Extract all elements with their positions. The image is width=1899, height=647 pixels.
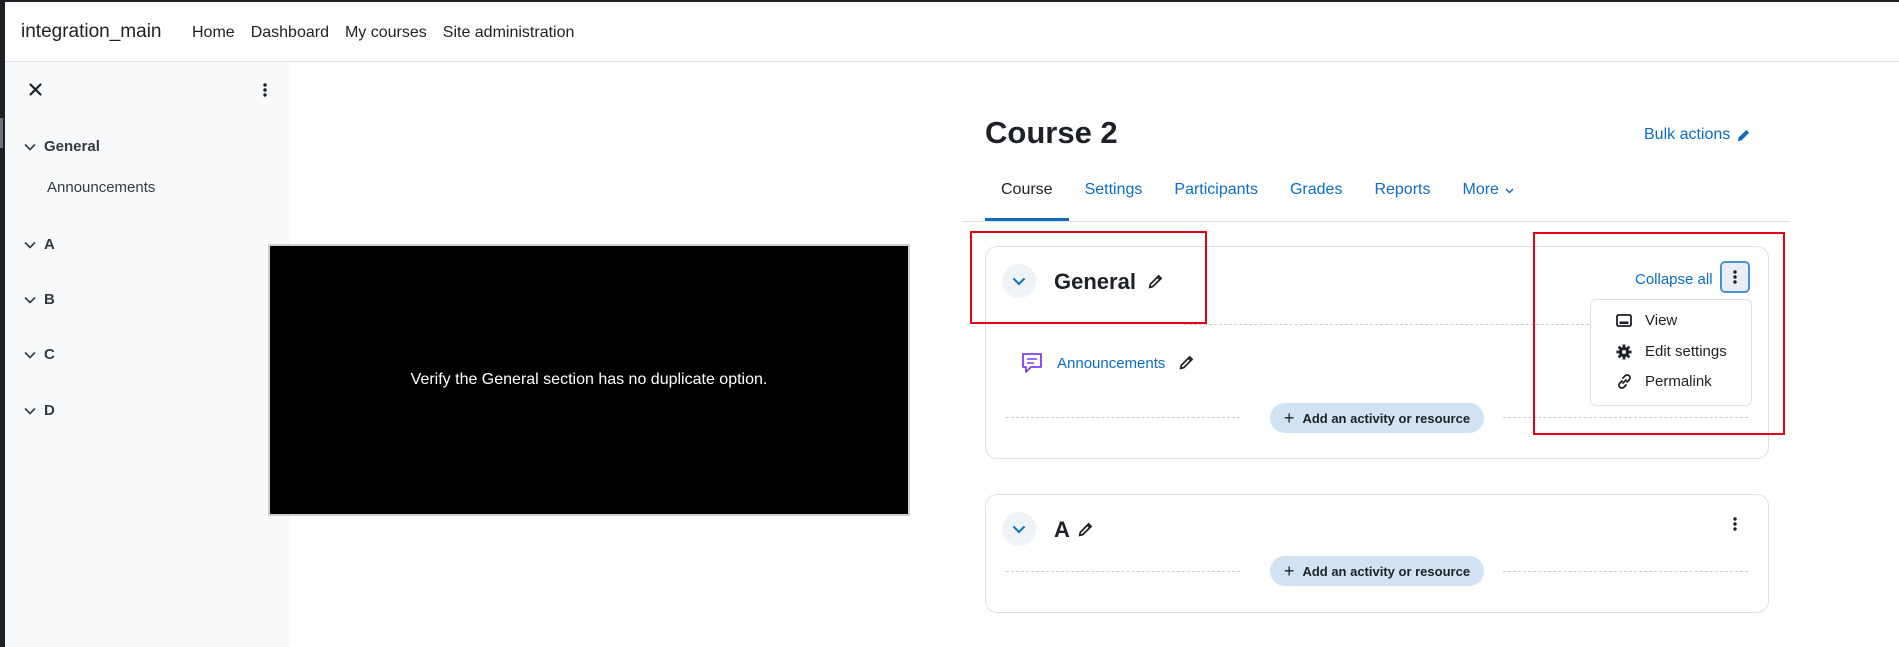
add-activity-label: Add an activity or resource	[1302, 563, 1471, 579]
pencil-icon[interactable]	[1147, 273, 1164, 295]
tab-reports[interactable]: Reports	[1358, 181, 1446, 221]
tab-course[interactable]: Course	[985, 181, 1069, 221]
instruction-text: Verify the General section has no duplic…	[410, 371, 768, 388]
add-activity-button[interactable]: + Add an activity or resource	[1270, 556, 1484, 586]
bulk-actions-label: Bulk actions	[1644, 126, 1731, 143]
kebab-icon	[1733, 270, 1737, 284]
section-collapse-toggle[interactable]	[1002, 264, 1036, 298]
drawer-section-label: General	[44, 138, 100, 155]
section-collapse-toggle[interactable]	[1002, 512, 1036, 546]
section-divider	[1184, 324, 1594, 325]
plus-icon: +	[1283, 408, 1295, 428]
drawer-section-c[interactable]: C	[24, 346, 55, 363]
bulk-actions-button[interactable]: Bulk actions	[1644, 126, 1751, 144]
chevron-down-icon	[1012, 277, 1026, 285]
pencil-icon	[1738, 129, 1750, 141]
tab-more-label: More	[1462, 181, 1499, 198]
section-card-a: A + Add an activity or resource	[985, 494, 1769, 613]
forum-icon	[1019, 350, 1045, 381]
add-activity-button[interactable]: + Add an activity or resource	[1270, 403, 1484, 433]
menu-item-label: Edit settings	[1645, 343, 1727, 360]
nav-my-courses[interactable]: My courses	[345, 24, 427, 42]
page-title: Course 2	[985, 115, 1118, 150]
tab-more[interactable]: More	[1446, 181, 1530, 221]
menu-item-view[interactable]: View	[1615, 312, 1677, 329]
tab-participants[interactable]: Participants	[1158, 181, 1274, 221]
course-tabs: Course Settings Participants Grades Repo…	[985, 181, 1530, 221]
menu-item-label: Permalink	[1645, 373, 1712, 390]
chevron-down-icon	[1012, 525, 1026, 533]
chevron-down-icon	[24, 407, 36, 415]
section-title: A	[1054, 517, 1070, 542]
add-divider-right	[1503, 417, 1748, 418]
activity-link-announcements[interactable]: Announcements	[1057, 355, 1165, 372]
chevron-down-icon	[24, 296, 36, 304]
pencil-icon[interactable]	[1077, 521, 1094, 543]
nav-site-administration[interactable]: Site administration	[443, 24, 575, 42]
nav-dashboard[interactable]: Dashboard	[251, 24, 329, 42]
drawer-section-label: D	[44, 402, 55, 419]
drawer-section-label: B	[44, 291, 55, 308]
link-icon	[1615, 373, 1633, 390]
chevron-down-icon	[1505, 188, 1514, 194]
tab-grades[interactable]: Grades	[1274, 181, 1358, 221]
instruction-overlay: Verify the General section has no duplic…	[270, 246, 908, 514]
menu-item-permalink[interactable]: Permalink	[1615, 373, 1712, 390]
drawer-section-d[interactable]: D	[24, 402, 55, 419]
pencil-icon[interactable]	[1178, 354, 1195, 376]
add-activity-label: Add an activity or resource	[1302, 410, 1471, 426]
plus-icon: +	[1283, 561, 1295, 581]
nav-home[interactable]: Home	[192, 24, 235, 42]
menu-item-edit-settings[interactable]: Edit settings	[1615, 343, 1727, 360]
chevron-down-icon	[24, 241, 36, 249]
add-divider-right	[1503, 571, 1748, 572]
top-navbar: integration_main Home Dashboard My cours…	[5, 2, 1899, 62]
gear-icon	[1615, 344, 1633, 360]
chevron-down-icon	[24, 351, 36, 359]
section-actions-menu: View Edit settings Permalink	[1590, 299, 1752, 406]
section-actions-kebab[interactable]	[1720, 261, 1750, 293]
section-actions-kebab[interactable]	[1721, 509, 1749, 539]
site-name[interactable]: integration_main	[21, 21, 161, 43]
section-title: General	[1054, 269, 1136, 294]
collapse-all-link[interactable]: Collapse all	[1635, 271, 1713, 288]
menu-item-label: View	[1645, 312, 1678, 329]
drawer-section-a[interactable]: A	[24, 236, 55, 253]
course-index-drawer: General Announcements A B C D	[5, 62, 290, 647]
primary-navigation: Home Dashboard My courses Site administr…	[192, 24, 574, 42]
kebab-icon[interactable]	[257, 79, 273, 101]
close-icon[interactable]	[24, 78, 46, 100]
kebab-icon	[1733, 517, 1737, 531]
chevron-down-icon	[24, 143, 36, 151]
view-icon	[1615, 314, 1633, 327]
add-divider-left	[1006, 571, 1240, 572]
drawer-section-b[interactable]: B	[24, 291, 55, 308]
drawer-item-announcements[interactable]: Announcements	[47, 179, 155, 196]
drawer-section-label: A	[44, 236, 55, 253]
add-divider-left	[1006, 417, 1240, 418]
tabs-divider	[962, 221, 1790, 222]
tab-settings[interactable]: Settings	[1069, 181, 1159, 221]
drawer-toggle-tab[interactable]	[0, 118, 3, 148]
drawer-section-general[interactable]: General	[24, 138, 100, 155]
drawer-section-label: C	[44, 346, 55, 363]
